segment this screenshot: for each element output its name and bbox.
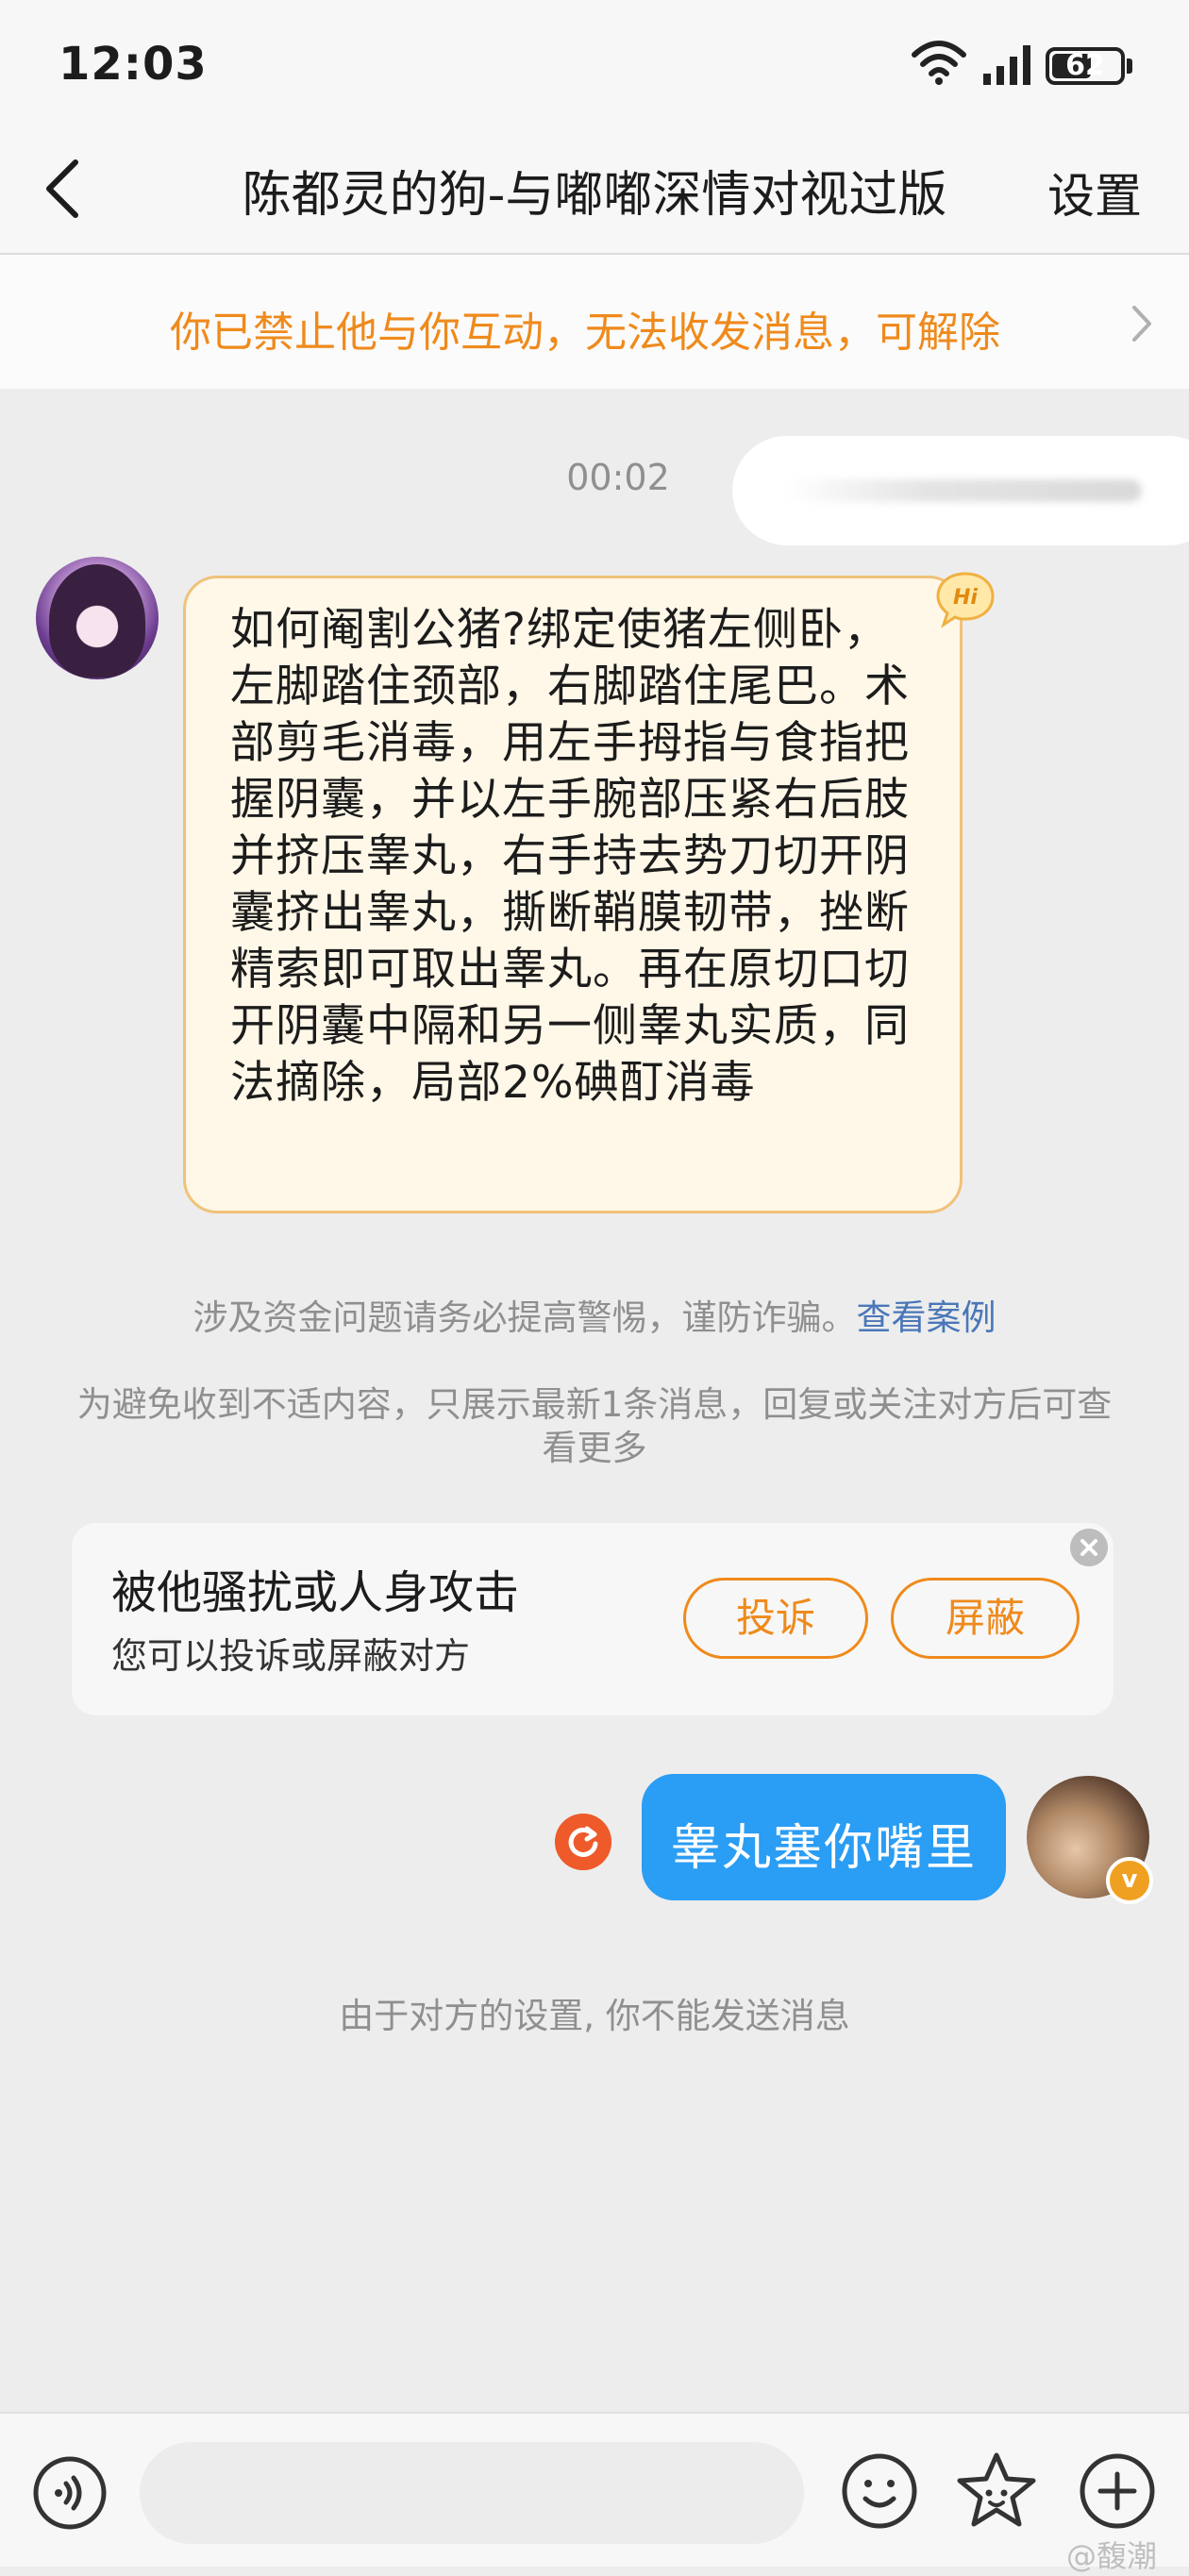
battery-indicator: 62 <box>1046 47 1125 85</box>
report-card-subtitle: 您可以投诉或屏蔽对方 <box>111 1635 471 1677</box>
wifi-icon <box>912 41 966 85</box>
fraud-warning-text: 涉及资金问题请务必提高警惕，谨防诈骗。 <box>193 1297 857 1338</box>
battery-tip <box>1127 59 1132 74</box>
verified-badge-icon: v <box>1106 1857 1153 1904</box>
resend-icon[interactable] <box>555 1814 611 1870</box>
emoji-icon[interactable] <box>840 2451 919 2531</box>
message-timestamp: 00:02 <box>566 457 670 498</box>
report-card-title: 被他骚扰或人身攻击 <box>111 1566 520 1619</box>
voice-icon[interactable] <box>32 2455 108 2531</box>
cannot-send-notice: 由于对方的设置, 你不能发送消息 <box>339 1996 850 2036</box>
sticker-icon[interactable] <box>953 2450 1040 2533</box>
hi-badge-text: Hi <box>953 586 978 610</box>
fraud-warning: 涉及资金问题请务必提高警惕，谨防诈骗。查看案例 <box>0 1289 1189 1340</box>
page-title: 陈都灵的狗-与嘟嘟深情对视过版 <box>242 167 947 224</box>
blurred-message-content <box>783 479 1142 502</box>
plus-icon[interactable] <box>1078 2451 1157 2531</box>
message-input[interactable] <box>140 2442 804 2544</box>
close-icon[interactable] <box>1070 1529 1108 1566</box>
status-time: 12:03 <box>59 38 208 91</box>
message-limit-notice: 为避免收到不适内容，只展示最新1条消息，回复或关注对方后可查看更多 <box>76 1384 1113 1468</box>
incoming-message-text: 如何阉割公猪?绑定使猪左侧卧，左脚踏住颈部，右脚踏住尾巴。术部剪毛消毒，用左手拇… <box>230 604 910 1109</box>
signal-icon <box>983 45 1030 85</box>
block-button[interactable]: 屏蔽 <box>891 1578 1080 1659</box>
block-banner-text: 你已禁止他与你互动，无法收发消息，可解除 <box>170 309 1000 357</box>
chevron-right-icon <box>1132 306 1151 342</box>
outgoing-message-text: 睾丸塞你嘴里 <box>670 1820 977 1877</box>
settings-button[interactable]: 设置 <box>1047 159 1142 226</box>
report-button[interactable]: 投诉 <box>683 1578 868 1659</box>
back-icon[interactable] <box>34 151 91 226</box>
battery-level-text: 62 <box>1065 49 1105 82</box>
hi-badge-icon: Hi <box>936 572 995 628</box>
view-cases-link[interactable]: 查看案例 <box>857 1297 996 1338</box>
sender-avatar[interactable] <box>36 557 159 679</box>
watermark-text: @馥潮 <box>1066 2538 1158 2574</box>
